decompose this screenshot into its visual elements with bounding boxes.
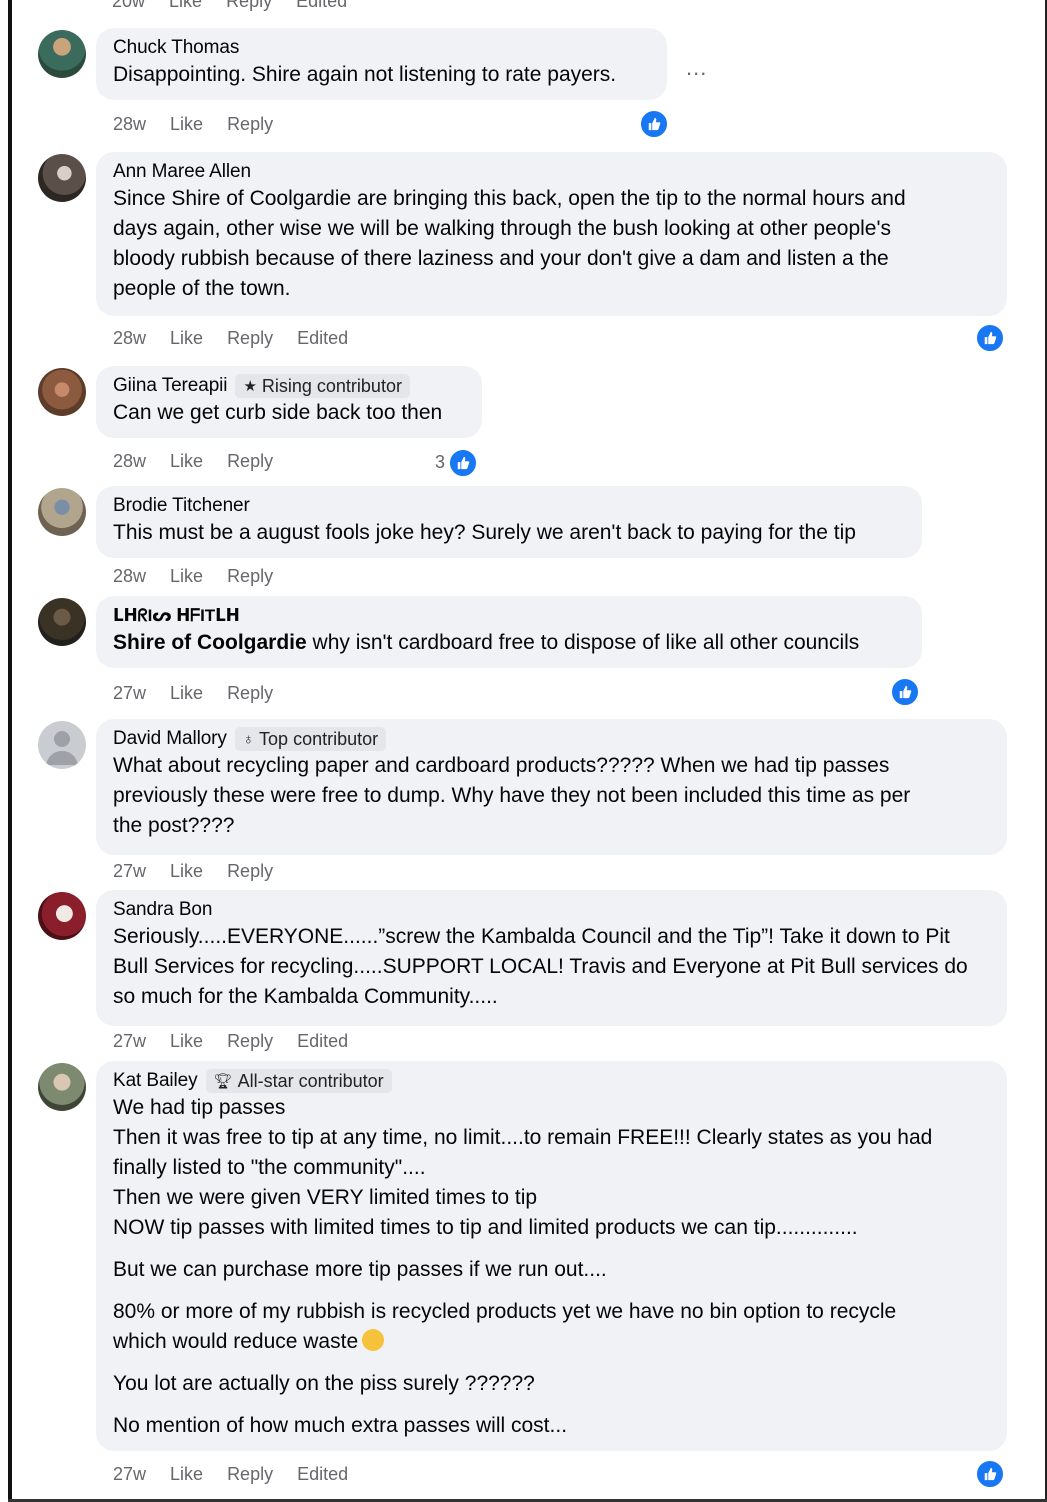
comment-bubble: Kat Bailey 🏆︎ All-star contributor We had…: [96, 1061, 1007, 1451]
comment-actions: 27w Like Reply Edited: [113, 1463, 348, 1485]
comment-bubble: Sandra Bon Seriously.....EVERYONE......”…: [96, 890, 1007, 1026]
avatar[interactable]: [38, 1063, 86, 1111]
reply-button[interactable]: Reply: [227, 1464, 273, 1485]
left-border: [8, 0, 12, 1502]
star-icon: ★: [243, 378, 257, 395]
comment-text: Seriously.....EVERYONE......”screw the K…: [113, 925, 968, 1008]
commenter-name[interactable]: Chuck Thomas: [113, 37, 239, 59]
like-reaction-icon[interactable]: [890, 677, 920, 707]
avatar[interactable]: [38, 154, 86, 202]
like-button[interactable]: Like: [170, 451, 203, 472]
avatar[interactable]: [38, 368, 86, 416]
mention-link[interactable]: Shire of Coolgardie: [113, 631, 307, 654]
avatar[interactable]: [38, 721, 86, 769]
reaction-count[interactable]: 3: [435, 452, 445, 473]
reply-button[interactable]: Reply: [227, 861, 273, 882]
like-button[interactable]: Like: [170, 566, 203, 587]
commenter-name[interactable]: ᒪᕼᖇIᔕ ᕼᖴITᒪᕼ: [113, 606, 240, 626]
comment-actions: 27w Like Reply: [113, 860, 273, 882]
default-avatar-icon: [46, 731, 78, 765]
previous-comment-actions: 20w Like Reply Edited: [112, 0, 347, 11]
edited-label[interactable]: Edited: [297, 328, 348, 349]
commenter-name[interactable]: Kat Bailey: [113, 1070, 198, 1092]
comment-bubble: Giina Tereapii ★ Rising contributor Can w…: [96, 366, 482, 438]
comment-text: Since Shire of Coolgardie are bringing t…: [113, 187, 906, 300]
like-reaction-icon[interactable]: [975, 1459, 1005, 1489]
avatar[interactable]: [38, 30, 86, 78]
like-button[interactable]: Like: [170, 114, 203, 135]
like-reaction-icon[interactable]: [975, 323, 1005, 353]
comment-bubble: Ann Maree Allen Since Shire of Coolgardi…: [96, 152, 1007, 316]
commenter-name[interactable]: Ann Maree Allen: [113, 161, 251, 183]
comment-bubble: ᒪᕼᖇIᔕ ᕼᖴITᒪᕼ Shire of Coolgardie why isn…: [96, 596, 922, 668]
like-button[interactable]: Like: [170, 328, 203, 349]
comment-text: This must be a august fools joke hey? Su…: [113, 521, 856, 544]
timestamp[interactable]: 27w: [113, 1031, 146, 1052]
contributor-badge[interactable]: ♁ Top contributor: [234, 727, 387, 751]
reply-button[interactable]: Reply: [227, 566, 273, 587]
comment-actions: 27w Like Reply: [113, 682, 273, 704]
trophy-icon: 🏆︎: [213, 1073, 233, 1090]
contributor-badge[interactable]: 🏆︎ All-star contributor: [205, 1069, 392, 1093]
comment-text: Disappointing. Shire again not listening…: [113, 63, 617, 86]
reply-button[interactable]: Reply: [226, 0, 272, 11]
avatar[interactable]: [38, 488, 86, 536]
like-button[interactable]: Like: [169, 0, 202, 11]
comment-text: We had tip passes Then it was free to ti…: [113, 1096, 933, 1437]
comment-text: What about recycling paper and cardboard…: [113, 754, 911, 837]
like-reaction-icon[interactable]: [448, 448, 478, 478]
avatar[interactable]: [38, 598, 86, 646]
comment-text: Shire of Coolgardie why isn't cardboard …: [113, 631, 860, 654]
timestamp[interactable]: 28w: [113, 114, 146, 135]
like-button[interactable]: Like: [170, 861, 203, 882]
edited-label[interactable]: Edited: [297, 1464, 348, 1485]
reply-button[interactable]: Reply: [227, 114, 273, 135]
reply-button[interactable]: Reply: [227, 328, 273, 349]
like-button[interactable]: Like: [170, 1464, 203, 1485]
comment-actions: 28w Like Reply: [113, 565, 273, 587]
like-reaction-icon[interactable]: [639, 109, 669, 139]
timestamp[interactable]: 27w: [113, 861, 146, 882]
like-button[interactable]: Like: [170, 1031, 203, 1052]
like-button[interactable]: Like: [170, 683, 203, 704]
reply-button[interactable]: Reply: [227, 451, 273, 472]
more-options-icon[interactable]: ...: [686, 55, 707, 81]
avatar[interactable]: [38, 892, 86, 940]
comment-actions: 28w Like Reply Edited: [113, 327, 348, 349]
contributor-badge[interactable]: ★ Rising contributor: [235, 374, 410, 398]
timestamp[interactable]: 27w: [113, 683, 146, 704]
comment-bubble: Chuck Thomas Disappointing. Shire again …: [96, 28, 667, 100]
reply-button[interactable]: Reply: [227, 1031, 273, 1052]
comment-actions: 28w Like Reply: [113, 113, 273, 135]
timestamp[interactable]: 28w: [113, 566, 146, 587]
comment-bubble: Brodie Titchener This must be a august f…: [96, 486, 922, 558]
comment-bubble: David Mallory ♁ Top contributor What abou…: [96, 719, 1007, 855]
edited-label: Edited: [296, 0, 348, 11]
commenter-name[interactable]: David Mallory: [113, 728, 227, 750]
thinking-emoji-icon: [362, 1329, 385, 1351]
timestamp[interactable]: 28w: [113, 451, 146, 472]
commenter-name[interactable]: Brodie Titchener: [113, 495, 250, 517]
comment-actions: 28w Like Reply: [113, 450, 273, 472]
comment-actions: 27w Like Reply Edited: [113, 1030, 348, 1052]
commenter-name[interactable]: Sandra Bon: [113, 899, 212, 921]
edited-label[interactable]: Edited: [297, 1031, 348, 1052]
timestamp[interactable]: 27w: [113, 1464, 146, 1485]
reply-button[interactable]: Reply: [227, 683, 273, 704]
timestamp: 20w: [112, 0, 146, 11]
commenter-name[interactable]: Giina Tereapii: [113, 375, 228, 397]
comment-text: Can we get curb side back too then: [113, 401, 443, 424]
timestamp[interactable]: 28w: [113, 328, 146, 349]
ribbon-icon: ♁: [242, 730, 255, 748]
